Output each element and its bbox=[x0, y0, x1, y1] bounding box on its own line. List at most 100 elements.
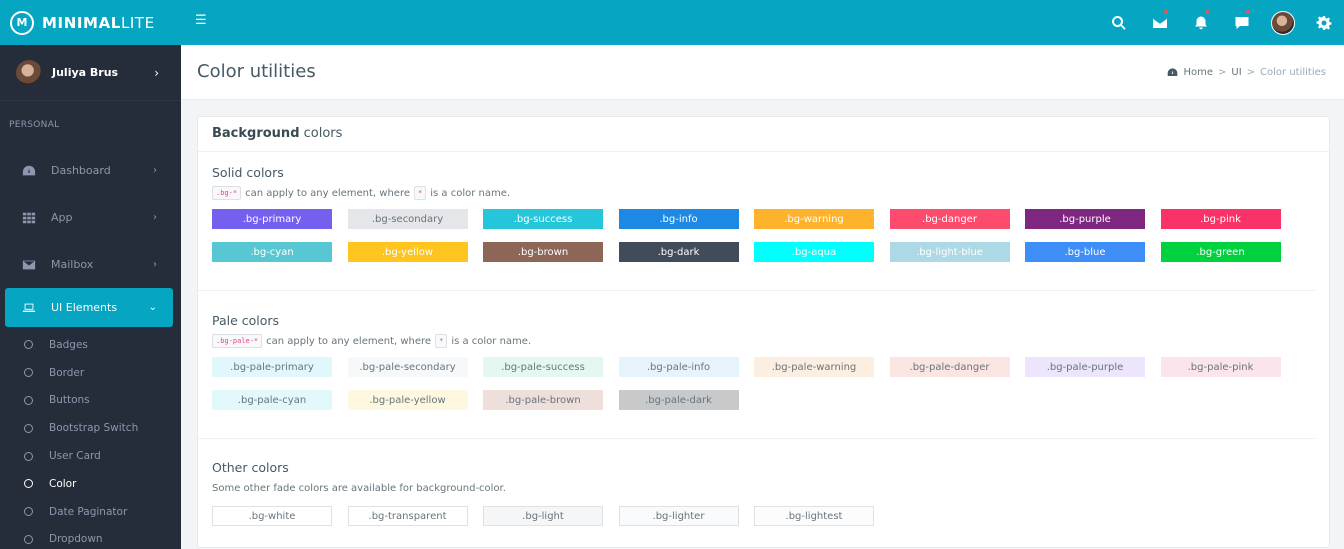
user-avatar-button[interactable] bbox=[1262, 0, 1303, 45]
pale-swatch-bg-pale-primary: .bg-pale-primary bbox=[212, 357, 332, 377]
pale-swatch-bg-pale-dark: .bg-pale-dark bbox=[618, 390, 739, 410]
topbar: M MINIMALLITE ☰ bbox=[0, 0, 1344, 45]
sidebar-subitem-color[interactable]: Color bbox=[0, 470, 181, 498]
section-title: Pale colors bbox=[212, 313, 280, 328]
card-title-rest: colors bbox=[299, 126, 343, 141]
sidebar-subitem-bootstrap-switch[interactable]: Bootstrap Switch bbox=[0, 414, 181, 442]
solid-swatch-bg-danger: .bg-danger bbox=[889, 209, 1010, 229]
sidebar-user[interactable]: Juliya Brus › bbox=[0, 45, 181, 101]
brand-logo-icon: M bbox=[10, 10, 34, 35]
circle-icon bbox=[24, 534, 33, 544]
sidebar-subitem-label: Dropdown bbox=[49, 533, 103, 546]
chevron-down-icon: ⌄ bbox=[148, 302, 157, 313]
sidebar-item-label: UI Elements bbox=[51, 301, 118, 314]
sidebar-subitem-label: Badges bbox=[49, 338, 88, 351]
circle-icon bbox=[24, 423, 33, 433]
sidebar-subitem-label: Date Paginator bbox=[49, 505, 128, 518]
solid-swatch-bg-info: .bg-info bbox=[618, 209, 739, 229]
dashboard-icon bbox=[21, 164, 37, 178]
code-snippet: .bg-* bbox=[212, 186, 242, 200]
code-snippet: * bbox=[414, 186, 427, 200]
circle-icon bbox=[24, 340, 33, 350]
solid-swatch-bg-secondary: .bg-secondary bbox=[347, 209, 468, 229]
sidebar-subitem-badges[interactable]: Badges bbox=[0, 331, 181, 359]
sidebar-item-mailbox[interactable]: Mailbox › bbox=[0, 241, 181, 288]
pale-swatch-grid: .bg-pale-primary .bg-pale-secondary .bg-pa… bbox=[212, 357, 1316, 410]
other-colors-section: Other colors Some other fade colors are … bbox=[212, 460, 1316, 526]
section-divider bbox=[198, 290, 1316, 291]
other-swatch-bg-light: .bg-light bbox=[483, 506, 603, 526]
page-title: Color utilities bbox=[197, 61, 316, 82]
circle-icon bbox=[24, 395, 33, 405]
sidebar-subitem-date-paginator[interactable]: Date Paginator bbox=[0, 498, 181, 526]
sidebar-submenu: Badges Border Buttons Bootstrap Switch U… bbox=[0, 327, 181, 549]
section-description: Some other fade colors are available for… bbox=[212, 483, 506, 494]
brand-name-light: LITE bbox=[120, 13, 155, 32]
sidebar-item-label: App bbox=[51, 211, 73, 224]
solid-swatch-bg-cyan: .bg-cyan bbox=[212, 242, 332, 262]
solid-swatch-bg-blue: .bg-blue bbox=[1025, 242, 1145, 262]
section-description: .bg-* can apply to any element, where * … bbox=[212, 186, 1316, 200]
sidebar-subitem-label: User Card bbox=[49, 450, 101, 463]
chevron-right-icon: › bbox=[153, 259, 157, 270]
pale-swatch-bg-pale-brown: .bg-pale-brown bbox=[483, 390, 603, 410]
breadcrumb-separator: > bbox=[1246, 67, 1256, 78]
brand[interactable]: M MINIMALLITE bbox=[0, 0, 181, 45]
sidebar-subitem-label: Buttons bbox=[49, 394, 90, 407]
circle-icon bbox=[24, 451, 33, 461]
solid-swatch-bg-dark: .bg-dark bbox=[618, 242, 739, 262]
card-title-bold: Background bbox=[212, 126, 300, 141]
bell-notification-dot bbox=[1205, 10, 1209, 14]
solid-swatch-bg-brown: .bg-brown bbox=[483, 242, 603, 262]
solid-swatch-bg-success: .bg-success bbox=[483, 209, 603, 229]
bell-icon[interactable] bbox=[1180, 0, 1221, 45]
solid-swatch-bg-light-blue: .bg-light-blue bbox=[889, 242, 1010, 262]
circle-icon bbox=[24, 479, 33, 489]
sidebar-subitem-user-card[interactable]: User Card bbox=[0, 442, 181, 470]
solid-colors-section: Solid colors .bg-* can apply to any elem… bbox=[212, 165, 1316, 262]
code-snippet: * bbox=[435, 334, 448, 348]
solid-swatch-bg-aqua: .bg-aqua bbox=[754, 242, 874, 262]
pale-colors-section: Pale colors .bg-pale-* can apply to any … bbox=[212, 313, 1316, 410]
laptop-icon bbox=[21, 301, 37, 315]
sidebar-subitem-buttons[interactable]: Buttons bbox=[0, 387, 181, 415]
sidebar-subitem-label: Border bbox=[49, 366, 85, 379]
other-swatch-grid: .bg-white .bg-transparent .bg-light .bg-lig… bbox=[212, 506, 1316, 526]
chat-icon[interactable] bbox=[1221, 0, 1262, 45]
pale-swatch-bg-pale-purple: .bg-pale-purple bbox=[1025, 357, 1145, 377]
search-icon[interactable] bbox=[1098, 0, 1139, 45]
chevron-right-icon: › bbox=[153, 212, 157, 223]
solid-swatch-bg-warning: .bg-warning bbox=[754, 209, 874, 229]
section-title: Other colors bbox=[212, 460, 289, 475]
solid-swatch-bg-pink: .bg-pink bbox=[1160, 209, 1281, 229]
section-divider bbox=[198, 438, 1316, 439]
solid-swatch-grid: .bg-primary .bg-secondary .bg-success .bg-i… bbox=[212, 209, 1316, 262]
sidebar-item-label: Dashboard bbox=[51, 164, 111, 177]
sidebar-subitem-dropdown[interactable]: Dropdown bbox=[0, 526, 181, 549]
sidebar-section-header: PERSONAL bbox=[9, 120, 60, 130]
pale-swatch-bg-pale-cyan: .bg-pale-cyan bbox=[212, 390, 332, 410]
background-colors-card: Background colors Solid colors .bg-* can… bbox=[197, 116, 1330, 548]
mail-icon[interactable] bbox=[1139, 0, 1180, 45]
gear-icon[interactable] bbox=[1303, 0, 1344, 45]
sidebar-item-app[interactable]: App › bbox=[0, 194, 181, 241]
pale-swatch-bg-pale-info: .bg-pale-info bbox=[618, 357, 739, 377]
mail-notification-dot bbox=[1164, 10, 1168, 14]
page-header: Color utilities Home > UI > Color utilit… bbox=[181, 45, 1344, 100]
sidebar-item-dashboard[interactable]: Dashboard › bbox=[0, 147, 181, 194]
section-title: Solid colors bbox=[212, 165, 284, 180]
sidebar-item-ui-elements[interactable]: UI Elements ⌄ bbox=[5, 288, 173, 327]
sidebar-subitem-label: Bootstrap Switch bbox=[49, 422, 139, 435]
description-text: is a color name. bbox=[430, 187, 511, 199]
menu-toggle-icon[interactable]: ☰ bbox=[195, 13, 207, 28]
breadcrumb-current: Color utilities bbox=[1260, 67, 1326, 78]
pale-swatch-bg-pale-warning: .bg-pale-warning bbox=[754, 357, 874, 377]
breadcrumb-ui[interactable]: UI bbox=[1231, 67, 1241, 78]
breadcrumb-home[interactable]: Home bbox=[1183, 67, 1213, 78]
sidebar-subitem-border[interactable]: Border bbox=[0, 359, 181, 387]
pale-swatch-bg-pale-pink: .bg-pale-pink bbox=[1160, 357, 1281, 377]
dashboard-icon bbox=[1168, 68, 1178, 76]
pale-swatch-bg-pale-yellow: .bg-pale-yellow bbox=[347, 390, 468, 410]
other-swatch-bg-lightest: .bg-lightest bbox=[754, 506, 874, 526]
topbar-icons bbox=[1098, 0, 1344, 45]
